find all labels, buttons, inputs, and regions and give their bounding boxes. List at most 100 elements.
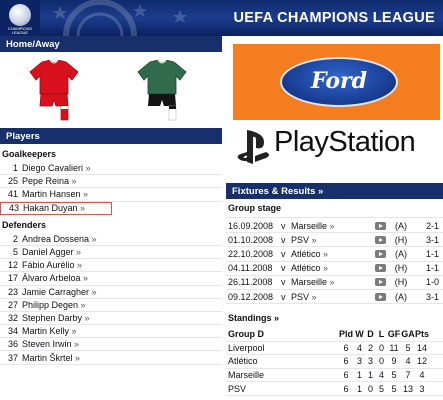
player-row-highlighted[interactable]: 43 Hakan Duyan [0,201,112,215]
fixture-row[interactable]: 26.11.2008 v Marseille (H) 1-0 [226,276,443,290]
fixtures-list: 16.09.2008 v Marseille (A) 2-1 01.10.200… [226,219,443,305]
standings-row[interactable]: Liverpool 6 4 2 0 11 5 14 [226,342,443,356]
playstation-logo-icon [237,130,269,164]
player-row[interactable]: 25 Pepe Reina [0,175,222,189]
team-name[interactable]: Marseille [226,370,338,380]
cell-w: 1 [356,383,362,394]
player-row[interactable]: 32 Stephen Darby [0,312,222,326]
site-header: CHAMPIONS LEAGUE UEFA CHAMPIONS LEAGUE [0,0,443,36]
cell-pld: 6 [343,370,349,381]
left-column: Home/Away Players Goalkeepers 1 Diego Ca… [0,36,222,365]
player-name-link[interactable]: Martin Hansen [22,189,88,199]
kits-panel [0,52,222,128]
fixtures-results-header[interactable]: Fixtures & Results » [226,183,443,199]
ford-ad-banner[interactable]: Ford [233,44,440,120]
fixture-row[interactable]: 22.10.2008 v Atlético (A) 1-1 [226,247,443,262]
fixture-date: 22.10.2008 [228,248,274,259]
cell-gf: 9 [391,356,397,367]
fixture-opponent-link[interactable]: PSV [291,292,373,302]
fixture-opponent-link[interactable]: Atlético [291,249,373,259]
ford-logo: Ford [280,57,398,107]
cell-gf: 11 [389,342,399,353]
player-name-link[interactable]: Pepe Reina [22,176,77,186]
player-row[interactable]: 37 Martin Škrtel [0,351,222,365]
team-name[interactable]: PSV [226,384,338,394]
fixture-row[interactable]: 04.11.2008 v Atlético (H) 1-1 [226,262,443,276]
player-name-link[interactable]: Fábio Aurélio [22,260,82,270]
player-row[interactable]: 5 Daniel Agger [0,246,222,260]
player-number: 25 [7,176,18,187]
player-number: 32 [7,312,18,323]
away-kit-icon[interactable] [136,60,188,122]
fixture-score: 1-1 [425,248,439,259]
standings-row[interactable]: Atlético 6 3 3 0 9 4 12 [226,355,443,369]
fixture-date: 04.11.2008 [228,263,273,274]
cell-ga: 5 [405,342,411,353]
home-kit-icon[interactable] [28,60,80,122]
player-row[interactable]: 27 Philipp Degen [0,299,222,312]
player-row[interactable]: 12 Fábio Aurélio [0,259,222,273]
player-row[interactable]: 34 Martin Kelly [0,325,222,339]
player-row[interactable]: 2 Andrea Dossena [0,233,222,246]
col-d: D [367,329,374,340]
champions-league-logo[interactable]: CHAMPIONS LEAGUE [0,0,40,36]
col-l: L [378,329,385,340]
fixture-venue: (H) [394,277,408,288]
goalkeepers-list: 1 Diego Cavalieri 25 Pepe Reina 41 Marti… [0,162,222,215]
fixture-score: 1-0 [425,277,439,288]
cell-w: 1 [356,370,362,381]
fixture-row[interactable]: 16.09.2008 v Marseille (A) 2-1 [226,219,443,234]
player-name-link[interactable]: Steven Irwin [22,339,79,349]
player-row[interactable]: 36 Steven Irwin [0,338,222,352]
fixture-opponent-link[interactable]: PSV [291,235,373,245]
players-header: Players [0,128,222,144]
standings-table: Group D Pld W D L GF GA Pts Liverpool 6 … [226,328,443,396]
playstation-ad-banner[interactable]: PlayStation [236,124,441,168]
team-name[interactable]: Atlético [226,356,338,366]
player-number: 17 [7,273,18,284]
player-name-link[interactable]: Daniel Agger [22,247,81,257]
standings-header-row: Group D Pld W D L GF GA Pts [226,328,443,342]
player-row[interactable]: 23 Jamie Carragher [0,286,222,299]
fixture-score: 3-1 [425,234,439,245]
fixture-opponent-link[interactable]: Marseille [291,277,373,287]
player-row[interactable]: 41 Martin Hansen [0,188,222,202]
player-name-link[interactable]: Martin Kelly [22,326,77,336]
video-icon[interactable] [373,278,387,287]
fixture-score: 3-1 [425,291,439,302]
fixture-row[interactable]: 09.12.2008 v PSV (A) 3-1 [226,290,443,305]
team-name[interactable]: Liverpool [226,343,338,353]
player-name-link[interactable]: Philipp Degen [22,300,86,310]
fixture-vs: v [281,277,286,288]
player-name-link[interactable]: Andrea Dossena [22,234,97,244]
standings-row[interactable]: PSV 6 1 0 5 5 13 3 [226,382,443,396]
col-pld: Pld [338,329,353,340]
fixture-venue: (A) [395,248,407,259]
fixture-date: 26.11.2008 [228,277,273,288]
cell-l: 0 [378,356,384,367]
cell-pts: 14 [416,342,427,353]
player-name-link[interactable]: Martin Škrtel [22,353,80,363]
video-icon[interactable] [373,249,387,258]
player-row[interactable]: 1 Diego Cavalieri [0,162,222,176]
video-icon[interactable] [373,264,387,273]
logo-text: CHAMPIONS LEAGUE [7,26,33,35]
fixture-opponent-link[interactable]: Atlético [291,263,373,273]
player-name-link[interactable]: Stephen Darby [22,313,90,323]
player-number: 41 [7,189,18,200]
video-icon[interactable] [373,221,387,230]
fixture-row[interactable]: 01.10.2008 v PSV (H) 3-1 [226,233,443,248]
fixture-date: 16.09.2008 [228,220,274,231]
player-name-link[interactable]: Diego Cavalieri [22,163,91,173]
player-row[interactable]: 17 Álvaro Arbeloa [0,272,222,286]
player-name-link[interactable]: Jamie Carragher [22,287,97,297]
player-name-link[interactable]: Hakan Duyan [23,203,85,213]
video-icon[interactable] [373,292,387,301]
video-icon[interactable] [373,235,387,244]
standings-row[interactable]: Marseille 6 1 1 4 5 7 4 [226,369,443,383]
fixture-opponent-link[interactable]: Marseille [291,221,373,231]
player-number: 43 [8,203,19,214]
standings-link[interactable]: Standings [226,313,443,327]
cell-ga: 4 [405,356,411,367]
player-name-link[interactable]: Álvaro Arbeloa [22,273,88,283]
